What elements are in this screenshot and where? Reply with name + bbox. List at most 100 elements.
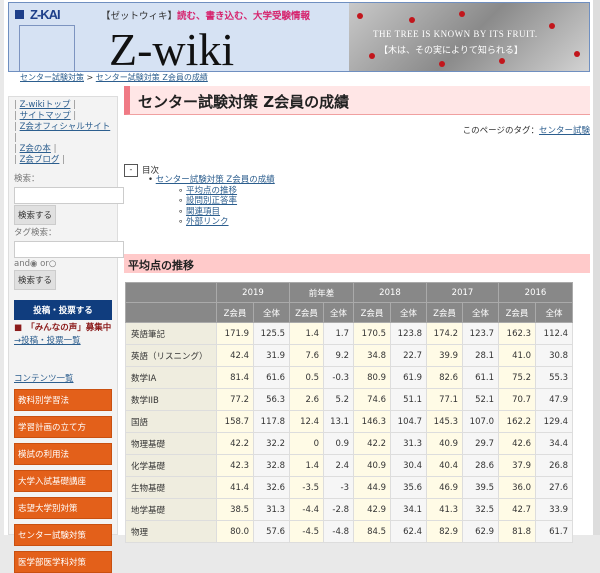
category-link[interactable]: 教科別学習法 (14, 389, 112, 411)
and-radio[interactable]: ◉ (30, 259, 37, 269)
table-row: 化学基礎42.332.81.42.440.930.440.428.637.926… (126, 455, 573, 477)
row-label: 化学基礎 (126, 455, 217, 477)
score-cell: 34.4 (536, 433, 573, 455)
toc-link[interactable]: 平均点の推移 (186, 186, 237, 196)
or-radio[interactable]: ○ (49, 259, 56, 269)
tag-search-input[interactable] (14, 241, 124, 258)
score-cell: 38.5 (217, 499, 254, 521)
score-cell: 56.3 (254, 389, 290, 411)
score-cell: 129.4 (536, 411, 573, 433)
row-label: 数学IA (126, 367, 217, 389)
breadcrumb-separator: > (87, 73, 94, 82)
voice-notice: ■ 「みんなの声」募集中 (14, 323, 112, 334)
score-cell: 27.6 (536, 477, 573, 499)
score-cell: 28.6 (463, 455, 499, 477)
score-cell: 32.2 (254, 433, 290, 455)
column-subheader: Z会員 (290, 303, 324, 323)
post-vote-button[interactable]: 投稿・投票する (14, 300, 112, 320)
breadcrumb-link[interactable]: センター試験対策 (20, 73, 84, 82)
score-cell: 42.4 (217, 345, 254, 367)
score-cell: 39.5 (463, 477, 499, 499)
category-link[interactable]: センター試験対策 (14, 524, 112, 546)
column-group-header: 2016 (499, 283, 573, 303)
score-cell: 31.3 (391, 433, 427, 455)
score-cell: 44.9 (354, 477, 391, 499)
column-group-header: 2017 (427, 283, 499, 303)
average-score-table: 2019前年差201820172016 Z会員全体Z会員全体Z会員全体Z会員全体… (125, 282, 573, 543)
column-subheader: Z会員 (217, 303, 254, 323)
nav-link-sitemap[interactable]: サイトマップ (20, 111, 71, 121)
score-cell: 158.7 (217, 411, 254, 433)
row-label: 英語筆記 (126, 323, 217, 345)
score-cell: 52.1 (463, 389, 499, 411)
score-cell: 84.5 (354, 521, 391, 543)
category-link[interactable]: 模試の利用法 (14, 443, 112, 465)
nav-link-blog[interactable]: Z会ブログ (20, 155, 60, 165)
category-link[interactable]: 志望大学別対策 (14, 497, 112, 519)
score-cell: 42.2 (217, 433, 254, 455)
toc-link[interactable]: 関連項目 (186, 207, 220, 217)
toc-link[interactable]: センター試験対策 Z会員の成績 (156, 175, 275, 185)
nav-link-top[interactable]: Z-wikiトップ (20, 100, 71, 110)
score-cell: 1.4 (290, 455, 324, 477)
toc-toggle-button[interactable]: - (124, 164, 138, 177)
scrollbar[interactable] (593, 0, 600, 535)
tag-search-button[interactable]: 検索する (14, 270, 56, 290)
score-cell: 40.9 (427, 433, 463, 455)
category-link[interactable]: 学習計画の立て方 (14, 416, 112, 438)
column-subheader: Z会員 (427, 303, 463, 323)
column-subheader: 全体 (463, 303, 499, 323)
breadcrumb-current[interactable]: センター試験対策 Z会員の成績 (96, 73, 208, 82)
score-cell: 42.7 (499, 499, 536, 521)
table-row: 数学IIB77.256.32.65.274.651.177.152.170.74… (126, 389, 573, 411)
category-link[interactable]: 医学部医学科対策 (14, 551, 112, 573)
row-label: 物理基礎 (126, 433, 217, 455)
search-label: 検索： (14, 172, 112, 184)
toc-link[interactable]: 設問別正答率 (186, 196, 237, 206)
score-cell: 42.9 (354, 499, 391, 521)
nav-links: | Z-wikiトップ | | サイトマップ | | Z会オフィシャルサイト |… (14, 100, 112, 166)
score-cell: 0.5 (290, 367, 324, 389)
score-cell: 37.9 (499, 455, 536, 477)
score-cell: 104.7 (391, 411, 427, 433)
search-input[interactable] (14, 187, 124, 204)
column-subheader: Z会員 (499, 303, 536, 323)
score-cell: 2.4 (324, 455, 354, 477)
score-cell: 41.3 (427, 499, 463, 521)
vote-list-link[interactable]: →投稿・投票一覧 (14, 336, 81, 346)
contents-heading-link[interactable]: コンテンツ一覧 (14, 374, 74, 384)
category-link[interactable]: 大学入試基礎講座 (14, 470, 112, 492)
row-label: 国語 (126, 411, 217, 433)
score-cell: 57.6 (254, 521, 290, 543)
nav-link-books[interactable]: Z会の本 (20, 144, 51, 154)
score-cell: 61.1 (463, 367, 499, 389)
tag-link[interactable]: センター試験 (539, 126, 590, 136)
score-cell: 42.2 (354, 433, 391, 455)
score-cell: 55.3 (536, 367, 573, 389)
score-cell: 42.6 (499, 433, 536, 455)
column-subheader: 全体 (536, 303, 573, 323)
score-cell: 82.6 (427, 367, 463, 389)
column-group-header: 前年差 (290, 283, 354, 303)
site-banner[interactable]: Z-KAI 【ゼットウィキ】読む、書き込む、大学受験情報 Z-wiki THE … (8, 2, 590, 72)
score-cell: -2.8 (324, 499, 354, 521)
column-subheader: Z会員 (354, 303, 391, 323)
toc-link[interactable]: 外部リンク (186, 217, 229, 227)
score-cell: 80.0 (217, 521, 254, 543)
score-cell: 46.9 (427, 477, 463, 499)
score-cell: 5.2 (324, 389, 354, 411)
column-subheader: 全体 (324, 303, 354, 323)
score-cell: 81.8 (499, 521, 536, 543)
score-cell: -0.3 (324, 367, 354, 389)
score-cell: 70.7 (499, 389, 536, 411)
score-cell: 47.9 (536, 389, 573, 411)
score-cell: 171.9 (217, 323, 254, 345)
score-cell: 1.7 (324, 323, 354, 345)
table-row: 国語158.7117.812.413.1146.3104.7145.3107.0… (126, 411, 573, 433)
score-cell: 62.9 (463, 521, 499, 543)
nav-link-official[interactable]: Z会オフィシャルサイト (20, 122, 111, 132)
page-tags: このページのタグ：センター試験 (124, 124, 590, 136)
score-cell: 39.9 (427, 345, 463, 367)
score-cell: 62.4 (391, 521, 427, 543)
search-button[interactable]: 検索する (14, 205, 56, 225)
